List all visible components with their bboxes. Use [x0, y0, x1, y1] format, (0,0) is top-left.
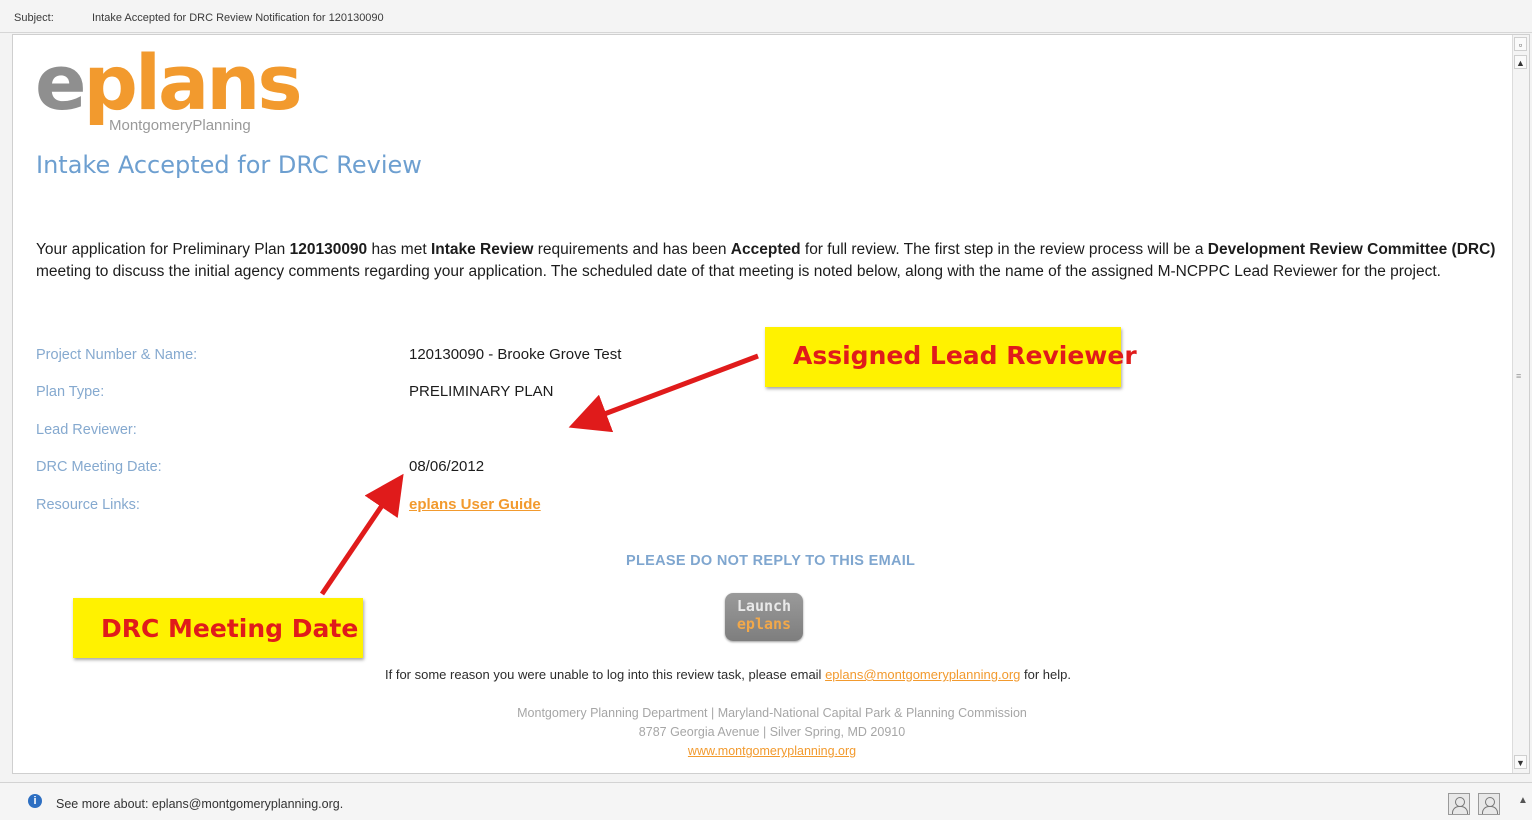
subject-label: Subject: — [14, 12, 54, 24]
project-value: 120130090 - Brooke Grove Test — [409, 346, 622, 363]
collapse-icon[interactable]: ▲ — [1518, 795, 1528, 806]
no-reply-notice: PLEASE DO NOT REPLY TO THIS EMAIL — [626, 553, 916, 569]
resource-links-label: Resource Links: — [36, 497, 140, 513]
plan-type-value: PRELIMINARY PLAN — [409, 383, 554, 400]
logo-subtitle: MontgomeryPlanning — [109, 117, 251, 134]
info-icon: i — [28, 794, 42, 808]
callout-drc-date: DRC Meeting Date — [73, 598, 363, 658]
plan-type-label: Plan Type: — [36, 384, 105, 400]
help-text: If for some reason you were unable to lo… — [385, 667, 1071, 682]
launch-eplans-button[interactable]: Launch eplans — [725, 593, 803, 641]
scroll-down-icon[interactable]: ▼ — [1514, 755, 1527, 769]
footer-website-link[interactable]: www.montgomeryplanning.org — [688, 744, 856, 758]
drc-date-value: 08/06/2012 — [409, 458, 485, 475]
eplans-logo: eplans MontgomeryPlanning — [35, 38, 303, 135]
people-icon[interactable] — [1478, 793, 1500, 815]
footer-address: 8787 Georgia Avenue | Silver Spring, MD … — [638, 725, 906, 739]
subject-bar: Subject: Intake Accepted for DRC Review … — [0, 0, 1532, 33]
intro-paragraph: Your application for Preliminary Plan 12… — [36, 241, 1496, 280]
user-guide-link[interactable]: eplans User Guide — [409, 496, 541, 513]
footer-org: Montgomery Planning Department | Marylan… — [517, 706, 1027, 720]
scroll-up-icon[interactable]: ▲ — [1514, 55, 1527, 69]
email-heading: Intake Accepted for DRC Review — [36, 151, 422, 179]
scroll-grip-icon[interactable]: ≡ — [1516, 371, 1521, 381]
project-label: Project Number & Name: — [36, 347, 198, 363]
drc-date-label: DRC Meeting Date: — [36, 459, 162, 475]
callout-lead-reviewer: Assigned Lead Reviewer — [765, 327, 1137, 387]
vertical-scrollbar[interactable]: ▫ ▲ ≡ ▼ — [1512, 35, 1529, 773]
contact-icon[interactable] — [1448, 793, 1470, 815]
status-bar: i See more about: eplans@montgomeryplann… — [0, 782, 1532, 820]
lead-reviewer-label: Lead Reviewer: — [36, 422, 137, 438]
status-text[interactable]: See more about: eplans@montgomeryplannin… — [56, 797, 343, 811]
help-email-link[interactable]: eplans@montgomeryplanning.org — [825, 667, 1020, 682]
subject-value: Intake Accepted for DRC Review Notificat… — [92, 12, 384, 24]
split-icon[interactable]: ▫ — [1514, 37, 1527, 51]
email-body: eplans MontgomeryPlanning Intake Accepte… — [12, 34, 1530, 774]
